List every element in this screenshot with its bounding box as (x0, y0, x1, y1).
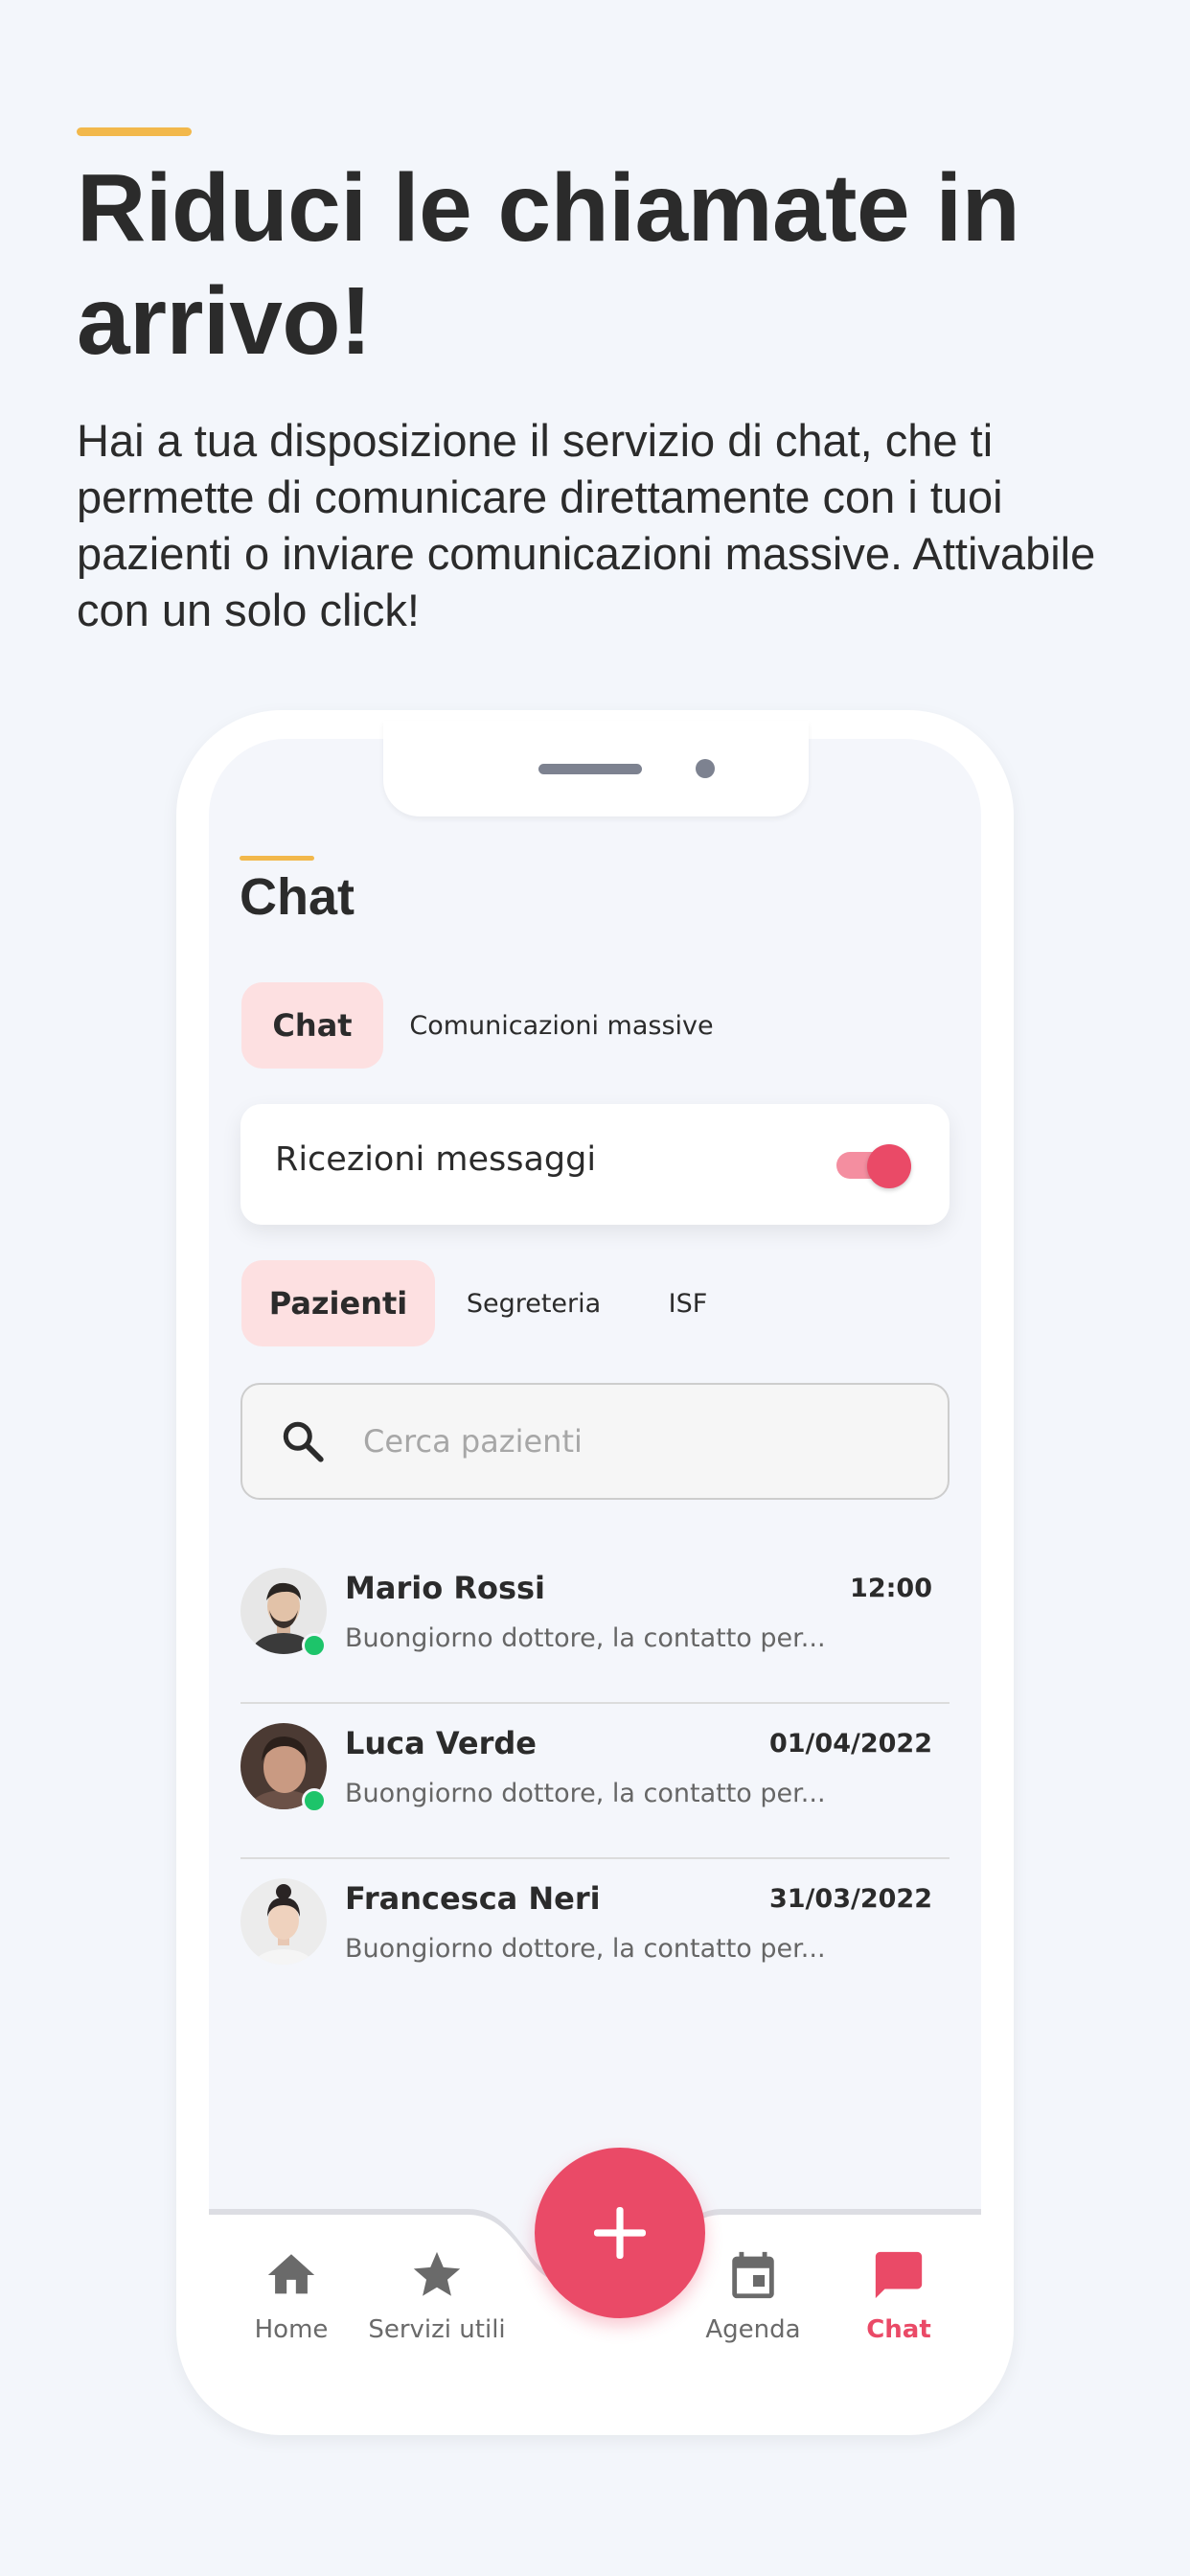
home-icon (267, 2254, 315, 2294)
contact-name: Mario Rossi (345, 1570, 545, 1606)
tab-chat[interactable]: Chat (241, 982, 383, 1069)
filter-tab-segreteria[interactable]: Segreteria (454, 1260, 613, 1346)
nav-chat-label: Chat (866, 2315, 931, 2344)
search-box (240, 1383, 950, 1500)
contact-name: Francesca Neri (345, 1880, 601, 1917)
online-status-dot (302, 1788, 327, 1813)
message-preview: Buongiorno dottore, la contatto per... (345, 1779, 826, 1808)
speaker-grille (538, 764, 642, 774)
conversation-row[interactable]: Francesca Neri 31/03/2022 Buongiorno dot… (240, 1859, 950, 2014)
nav-agenda[interactable]: Agenda (681, 2247, 825, 2344)
nav-home[interactable]: Home (219, 2247, 363, 2344)
add-button[interactable] (535, 2148, 705, 2318)
page-title-accent (240, 856, 314, 861)
search-icon (283, 1421, 324, 1462)
online-status-dot (302, 1633, 327, 1658)
filter-tab-pazienti[interactable]: Pazienti (241, 1260, 435, 1346)
avatar (240, 1878, 327, 1965)
chat-icon (875, 2251, 923, 2299)
nav-servizi-utili[interactable]: Servizi utili (365, 2247, 509, 2344)
star-icon (413, 2251, 461, 2296)
message-time: 31/03/2022 (768, 1884, 932, 1914)
nav-chat[interactable]: Chat (827, 2247, 971, 2344)
search-input[interactable] (361, 1410, 921, 1473)
receive-messages-label: Ricezioni messaggi (275, 1140, 597, 1179)
receive-messages-card: Ricezioni messaggi (240, 1104, 950, 1225)
filter-tab-isf[interactable]: ISF (648, 1260, 728, 1346)
message-preview: Buongiorno dottore, la contatto per... (345, 1934, 826, 1964)
nav-home-label: Home (254, 2315, 329, 2344)
conversation-row[interactable]: Luca Verde 01/04/2022 Buongiorno dottore… (240, 1704, 950, 1859)
page-title: Chat (240, 868, 355, 926)
camera-dot (696, 759, 715, 778)
contact-name: Luca Verde (345, 1725, 537, 1761)
hero-title: Riduci le chiamate in arrivo! (77, 154, 1020, 375)
plus-icon (594, 2207, 646, 2259)
receive-messages-toggle[interactable] (836, 1144, 911, 1188)
toggle-knob (867, 1144, 911, 1188)
hero-accent-bar (77, 127, 192, 136)
message-preview: Buongiorno dottore, la contatto per... (345, 1623, 826, 1653)
nav-servizi-utili-label: Servizi utili (368, 2315, 506, 2344)
nav-agenda-label: Agenda (705, 2315, 801, 2344)
phone-notch (383, 721, 809, 816)
message-time: 12:00 (850, 1574, 932, 1603)
message-time: 01/04/2022 (768, 1729, 932, 1759)
tab-comunicazioni-massive[interactable]: Comunicazioni massive (402, 982, 721, 1069)
hero-description: Hai a tua disposizione il servizio di ch… (77, 415, 1096, 635)
calendar-icon (732, 2251, 774, 2299)
conversation-row[interactable]: Mario Rossi 12:00 Buongiorno dottore, la… (240, 1549, 950, 1704)
